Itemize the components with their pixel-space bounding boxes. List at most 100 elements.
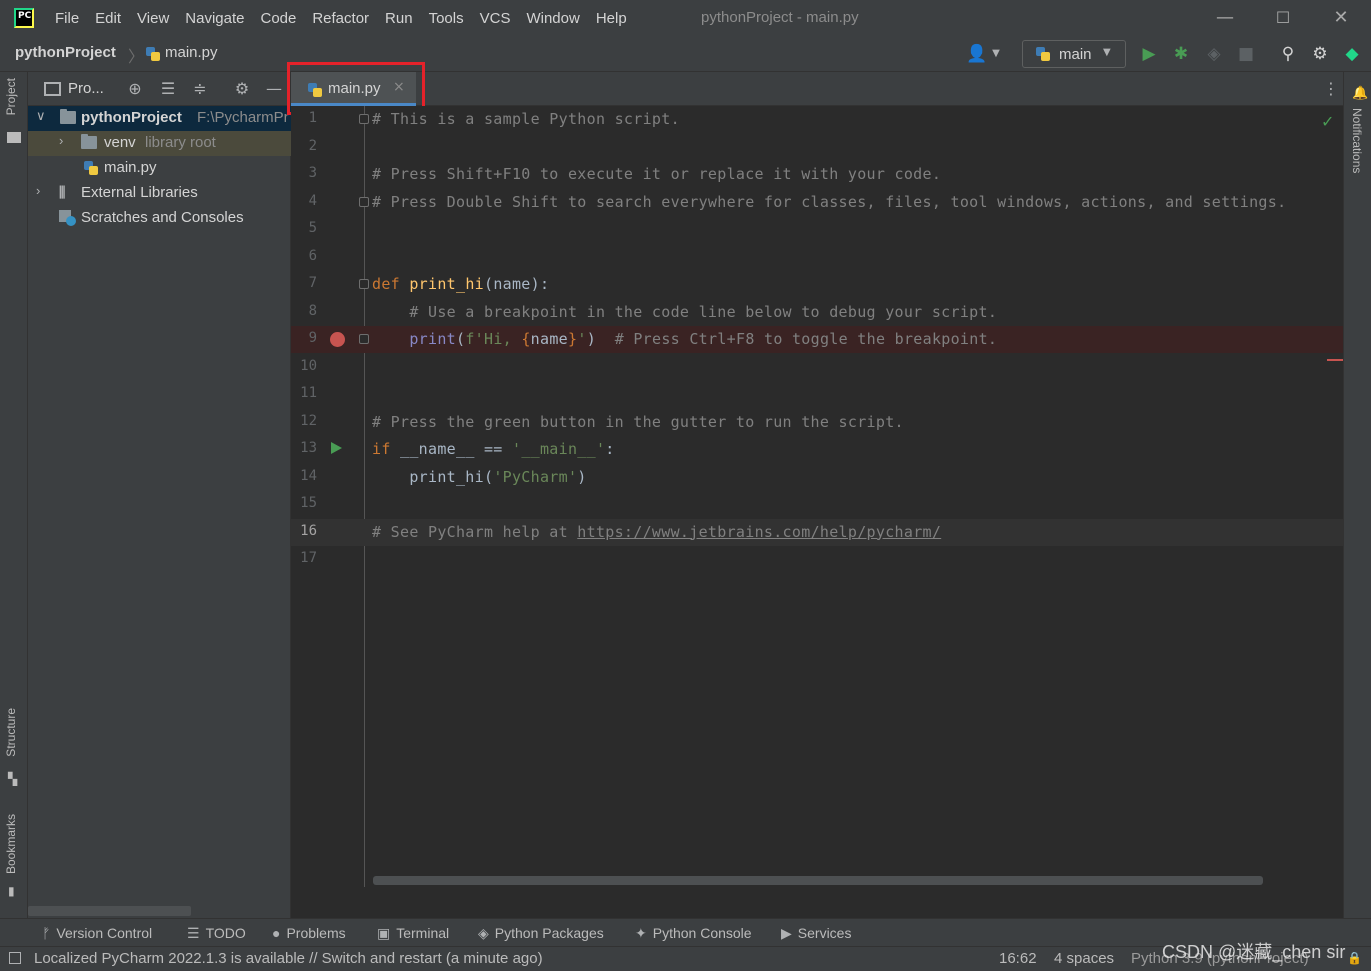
menu-run[interactable]: Run [385, 10, 413, 27]
tree-item-scratches[interactable]: Scratches and Consoles [28, 206, 291, 231]
tree-item-venv[interactable]: › venv library root [28, 131, 291, 156]
code-line-13[interactable]: 13 if __name__ == '__main__': [291, 436, 1343, 463]
menu-help[interactable]: Help [596, 10, 627, 27]
project-folder-icon[interactable] [7, 132, 21, 143]
close-window-icon[interactable]: ✕ [1328, 5, 1354, 31]
collapse-all-icon[interactable]: ≑ [190, 79, 210, 99]
breakpoint-icon[interactable] [330, 332, 345, 347]
stop-icon[interactable]: ■ [1236, 44, 1256, 64]
tree-item-main-py[interactable]: main.py [28, 156, 291, 181]
fold-icon[interactable] [359, 114, 369, 124]
todo-tool[interactable]: ☰ TODO [187, 925, 246, 942]
python-console-tool[interactable]: ✦ Python Console [635, 925, 752, 942]
services-icon: ▶ [781, 925, 792, 941]
project-panel-scrollbar[interactable] [28, 906, 191, 916]
version-control-tool[interactable]: ᚠ Version Control [42, 925, 152, 941]
menu-navigate[interactable]: Navigate [185, 10, 244, 27]
menu-window[interactable]: Window [526, 10, 579, 27]
code-line-15[interactable]: 15 [291, 491, 1343, 518]
gear-icon[interactable]: ⚙ [1310, 44, 1330, 64]
bookmark-icon[interactable]: ▮ [8, 884, 15, 898]
locate-icon[interactable]: ⊕ [125, 79, 145, 99]
run-gutter-icon[interactable] [331, 442, 342, 454]
tool-label: Terminal [396, 925, 450, 941]
python-packages-tool[interactable]: ◈ Python Packages [478, 925, 604, 942]
fold-icon[interactable] [359, 196, 369, 207]
code-line-2[interactable]: 2 [291, 134, 1343, 161]
expand-all-icon[interactable]: ☰ [158, 79, 178, 99]
account-dropdown-icon[interactable]: ▼ [986, 44, 1006, 64]
hide-panel-icon[interactable]: — [264, 79, 284, 99]
breadcrumb-project[interactable]: pythonProject [15, 44, 116, 61]
code-line-5[interactable]: 5 [291, 216, 1343, 243]
code-line-3[interactable]: 3 # Press Shift+F10 to execute it or rep… [291, 161, 1343, 188]
code-line-1[interactable]: 1 # This is a sample Python script. [291, 106, 1343, 133]
menu-edit[interactable]: Edit [95, 10, 121, 27]
code-line-8[interactable]: 8 # Use a breakpoint in the code line be… [291, 299, 1343, 326]
services-tool[interactable]: ▶ Services [781, 925, 851, 942]
menu-tools[interactable]: Tools [429, 10, 464, 27]
structure-icon[interactable]: ▚ [8, 772, 17, 786]
indent-setting[interactable]: 4 spaces [1054, 950, 1114, 967]
notifications-tool-tab[interactable]: Notifications [1350, 108, 1364, 173]
more-tabs-icon[interactable]: ⋮ [1323, 79, 1339, 98]
code-editor[interactable]: ✓ 1 # This is a sample Python script. 2 … [291, 106, 1343, 887]
help-link[interactable]: https://www.jetbrains.com/help/pycharm/ [577, 523, 941, 541]
minimize-icon[interactable]: — [1212, 5, 1238, 31]
maximize-icon[interactable]: ☐ [1270, 5, 1296, 31]
chevron-right-icon[interactable]: › [36, 183, 40, 198]
run-configuration-selector[interactable]: main ▼ [1022, 40, 1126, 68]
run-icon[interactable]: ▶ [1139, 44, 1159, 64]
code-line-7[interactable]: 7 def print_hi(name): [291, 271, 1343, 298]
code-line-10[interactable]: 10 [291, 354, 1343, 381]
problems-tool[interactable]: ● Problems [272, 925, 346, 941]
code-line-14[interactable]: 14 print_hi('PyCharm') [291, 464, 1343, 491]
chevron-right-icon[interactable]: › [59, 133, 63, 148]
search-icon[interactable]: ⚲ [1278, 44, 1298, 64]
menu-code[interactable]: Code [260, 10, 296, 27]
editor-horizontal-scrollbar[interactable] [373, 876, 1263, 885]
lock-icon[interactable]: 🔒 [1347, 951, 1362, 965]
tool-windows-toggle-icon[interactable] [9, 952, 21, 964]
status-message[interactable]: Localized PyCharm 2022.1.3 is available … [34, 950, 543, 967]
code-line-9[interactable]: 9 print(f'Hi, {name}') # Press Ctrl+F8 t… [291, 326, 1343, 353]
menu-file[interactable]: File [55, 10, 79, 27]
panel-settings-gear-icon[interactable]: ⚙ [232, 79, 252, 99]
fold-icon[interactable] [359, 279, 369, 289]
close-tab-icon[interactable]: × [393, 79, 405, 95]
code-text: # Press the green button in the gutter t… [372, 412, 904, 431]
terminal-tool[interactable]: ▣ Terminal [377, 925, 449, 942]
fold-icon[interactable] [359, 334, 369, 344]
code-line-16[interactable]: 16 # See PyCharm help at https://www.jet… [291, 518, 1343, 546]
error-stripe-marker[interactable] [1327, 359, 1343, 361]
menu-refactor[interactable]: Refactor [312, 10, 369, 27]
caret-position[interactable]: 16:62 [999, 950, 1037, 967]
code-text: # This is a sample Python script. [372, 110, 680, 128]
structure-tool-tab[interactable]: Structure [4, 708, 18, 757]
account-icon[interactable]: 👤 [966, 44, 987, 64]
call: print_hi( [372, 467, 494, 486]
code-with-me-icon[interactable]: ◆ [1342, 44, 1362, 64]
menu-view[interactable]: View [137, 10, 169, 27]
tree-item-root[interactable]: ∨ pythonProject F:\PycharmPr [28, 106, 291, 131]
project-tool-tab[interactable]: Project [4, 78, 18, 115]
code-line-11[interactable]: 11 [291, 381, 1343, 408]
project-panel-title[interactable]: Pro... [68, 80, 104, 97]
debug-icon[interactable]: ✱ [1171, 44, 1191, 64]
menu-vcs[interactable]: VCS [480, 10, 511, 27]
run-with-coverage-icon[interactable]: ◈ [1204, 44, 1224, 64]
chevron-down-icon[interactable]: ∨ [36, 108, 46, 124]
code-line-12[interactable]: 12 # Press the green button in the gutte… [291, 409, 1343, 436]
notification-bell-icon[interactable]: 🔔 [1352, 86, 1368, 101]
pycharm-logo-icon[interactable]: PC [14, 8, 34, 28]
code-line-4[interactable]: 4 # Press Double Shift to search everywh… [291, 189, 1343, 216]
bookmarks-tool-tab[interactable]: Bookmarks [4, 814, 18, 874]
python-icon [1035, 46, 1051, 62]
tool-label: Problems [286, 925, 346, 941]
code-line-17[interactable]: 17 [291, 546, 1343, 573]
breadcrumb-file[interactable]: main.py [165, 44, 218, 61]
code-line-6[interactable]: 6 [291, 244, 1343, 271]
tab-main-py[interactable]: main.py × [291, 72, 416, 106]
tool-label: Services [797, 925, 852, 941]
tree-item-external-libraries[interactable]: › ⫼ External Libraries [28, 181, 291, 206]
